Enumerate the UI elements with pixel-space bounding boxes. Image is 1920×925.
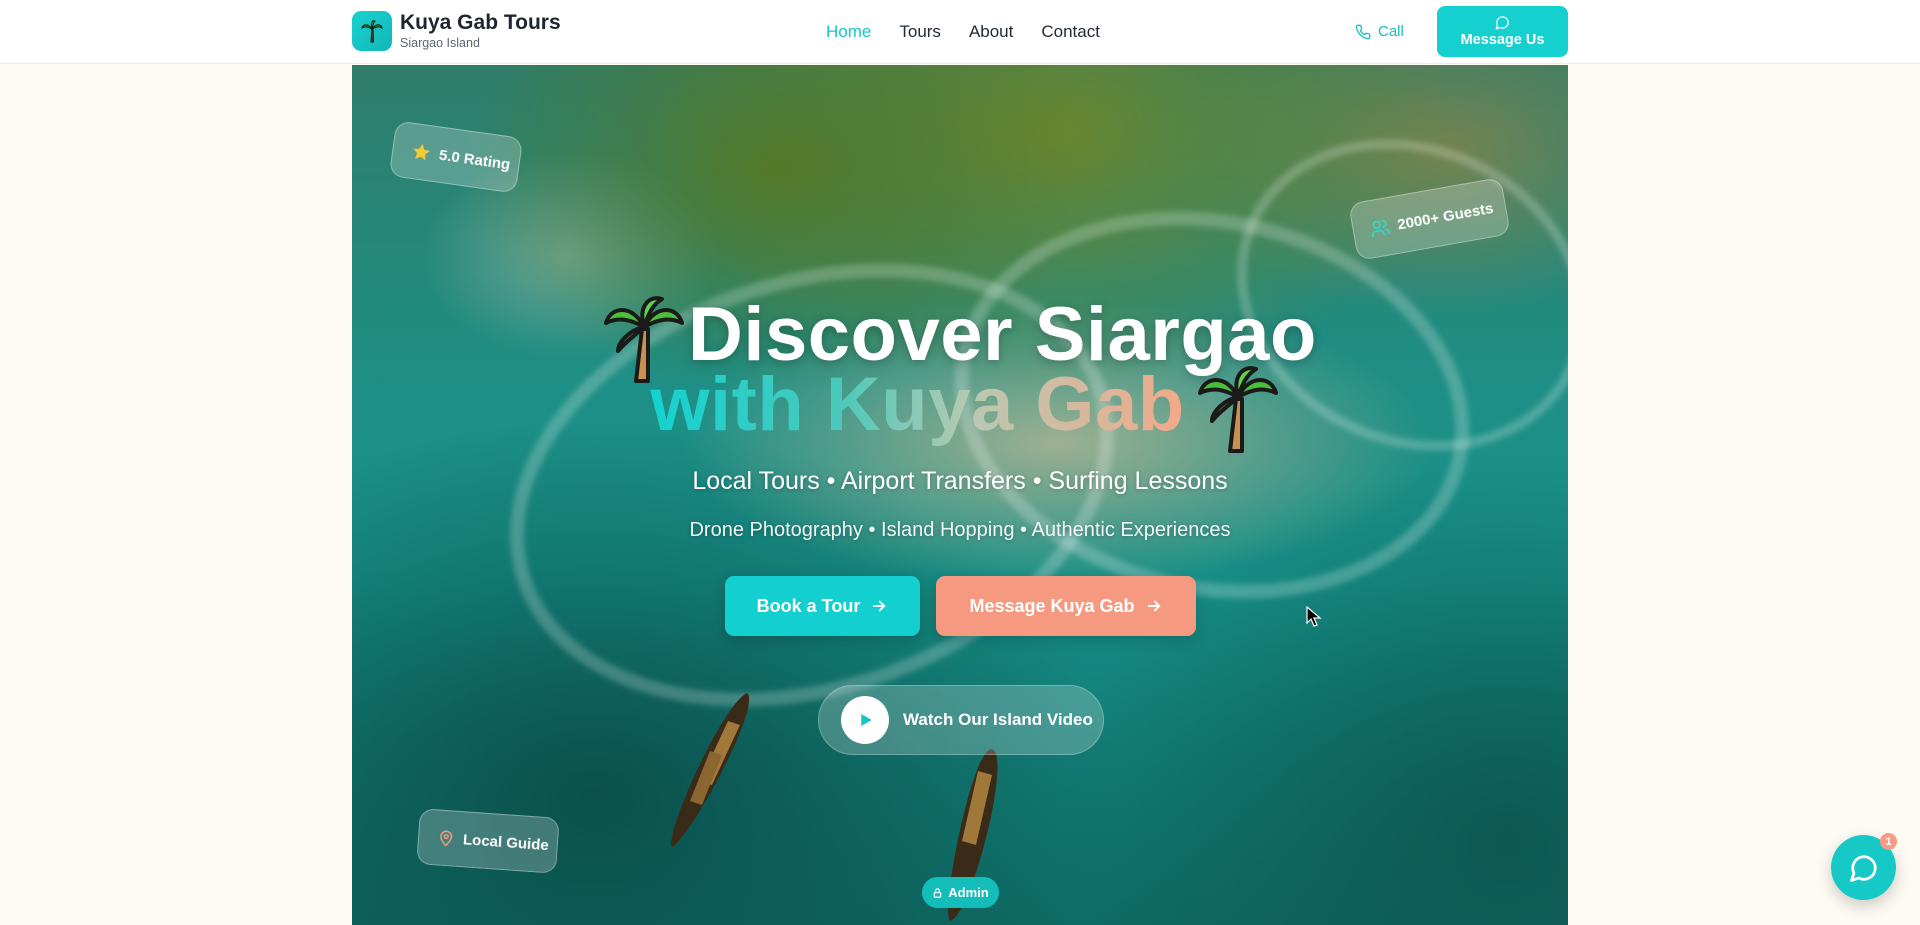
brand[interactable]: Kuya Gab Tours Siargao Island: [352, 11, 561, 51]
message-us-button[interactable]: Message Us: [1437, 6, 1568, 57]
chat-notification-badge: 1: [1880, 833, 1897, 850]
main-nav: Home Tours About Contact: [826, 21, 1100, 43]
nav-home[interactable]: Home: [826, 21, 871, 43]
nav-about[interactable]: About: [969, 21, 1013, 43]
nav-tours[interactable]: Tours: [899, 21, 941, 43]
guests-label: 2000+ Guests: [1396, 199, 1495, 234]
brand-title: Kuya Gab Tours: [400, 11, 561, 34]
star-icon: [413, 143, 430, 161]
local-guide-badge: Local Guide: [416, 808, 560, 874]
hero-tagline-primary: Local Tours • Airport Transfers • Surfin…: [692, 467, 1228, 495]
nav-contact[interactable]: Contact: [1041, 21, 1100, 43]
message-us-label: Message Us: [1460, 32, 1545, 48]
book-tour-button[interactable]: Book a Tour: [725, 576, 920, 636]
local-guide-label: Local Guide: [462, 830, 550, 854]
lock-icon: [933, 887, 942, 898]
users-icon: [1371, 219, 1391, 238]
admin-label: Admin: [948, 885, 989, 900]
arrow-right-icon: [873, 600, 886, 612]
site-header: Kuya Gab Tours Siargao Island Home Tours…: [0, 0, 1920, 64]
hero-section: 5.0 Rating 2000+ Guests Local Guide Disc…: [352, 65, 1568, 925]
hero-tagline-secondary: Drone Photography • Island Hopping • Aut…: [689, 519, 1231, 541]
boat-image: [671, 693, 750, 847]
rating-label: 5.0 Rating: [437, 146, 512, 174]
palm-tree-icon: [352, 11, 392, 51]
brand-subtitle: Siargao Island: [400, 36, 480, 50]
play-icon: [841, 696, 889, 744]
arrow-right-icon: [1147, 600, 1161, 612]
chat-icon: [1495, 16, 1509, 30]
admin-button[interactable]: Admin: [922, 877, 999, 908]
chat-icon: [1849, 854, 1877, 882]
message-kuya-gab-button[interactable]: Message Kuya Gab: [936, 576, 1196, 636]
rating-badge: 5.0 Rating: [388, 120, 524, 194]
phone-icon: [1355, 24, 1371, 40]
map-pin-icon: [440, 830, 453, 847]
call-label: Call: [1378, 23, 1404, 40]
message-kuya-gab-label: Message Kuya Gab: [969, 595, 1135, 616]
mouse-cursor-icon: [1306, 606, 1322, 627]
watch-video-label: Watch Our Island Video: [903, 710, 1093, 729]
hero-title-line2: with Kuya Gab: [650, 362, 1185, 447]
watch-video-button[interactable]: Watch Our Island Video: [818, 685, 1104, 755]
book-tour-label: Book a Tour: [756, 595, 861, 616]
call-button[interactable]: Call: [1355, 21, 1404, 43]
